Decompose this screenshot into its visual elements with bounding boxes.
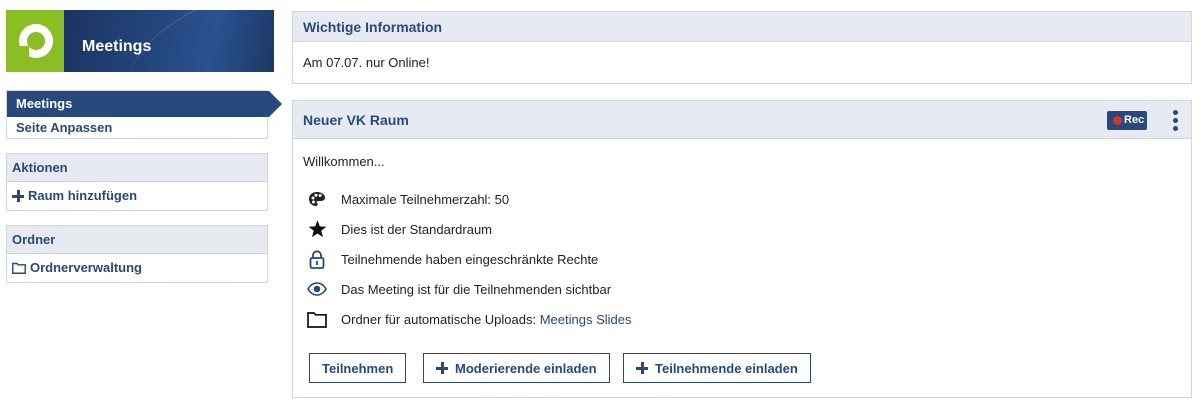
invite-moderators-label: Moderierende einladen <box>455 360 597 376</box>
rec-label: Rec <box>1124 114 1145 126</box>
feature-default-room: Dies ist der Standardraum <box>307 219 492 239</box>
actions-panel: Aktionen Raum hinzufügen <box>6 153 268 211</box>
folder-icon <box>307 309 327 329</box>
feature-text: Dies ist der Standardraum <box>341 221 493 237</box>
feature-text: Teilnehmende haben eingeschränkte Rechte <box>341 251 599 267</box>
feature-restricted-rights: Teilnehmende haben eingeschränkte Rechte <box>307 249 598 269</box>
info-box: Wichtige Information Am 07.07. nur Onlin… <box>292 11 1192 84</box>
logo-green-block <box>6 10 64 72</box>
feature-text: Das Meeting ist für die Teilnehmenden si… <box>341 281 612 297</box>
join-button-label: Teilnehmen <box>322 360 394 376</box>
record-dot-icon <box>1113 116 1122 125</box>
sidebar-item-meetings[interactable]: Meetings <box>7 91 282 117</box>
folder-icon <box>12 262 26 274</box>
room-card: Neuer VK Raum Rec Willkommen... Maximale… <box>292 100 1192 398</box>
info-box-text: Am 07.07. nur Online! <box>303 55 430 70</box>
rec-badge: Rec <box>1107 111 1147 130</box>
sidebar: Meetings Meetings Seite Anpassen Aktione… <box>6 10 282 283</box>
plus-icon <box>636 362 648 374</box>
info-box-title: Wichtige Information <box>293 12 1191 42</box>
folders-panel-title: Ordner <box>7 226 267 254</box>
upload-folder-link[interactable]: Meetings Slides <box>540 312 632 327</box>
join-button[interactable]: Teilnehmen <box>309 353 407 383</box>
room-card-header: Neuer VK Raum Rec <box>293 101 1191 139</box>
more-options-icon[interactable] <box>1173 110 1179 132</box>
logo-icon <box>19 24 53 60</box>
app-logo-banner: Meetings <box>6 10 274 72</box>
folder-management-link[interactable]: Ordnerverwaltung <box>7 254 267 282</box>
invite-moderators-button[interactable]: Moderierende einladen <box>423 353 610 383</box>
room-title: Neuer VK Raum <box>303 112 409 128</box>
star-icon <box>307 219 327 239</box>
feature-visible-meeting: Das Meeting ist für die Teilnehmenden si… <box>307 279 611 299</box>
sidebar-item-seite-anpassen[interactable]: Seite Anpassen <box>7 117 267 138</box>
feature-text: Ordner für automatische Uploads: Meeting… <box>341 312 632 327</box>
invite-participants-button[interactable]: Teilnehmende einladen <box>623 353 811 383</box>
actions-panel-title: Aktionen <box>7 154 267 182</box>
feature-text: Maximale Teilnehmerzahl: 50 <box>341 191 510 207</box>
plus-icon <box>12 190 24 202</box>
eye-icon <box>307 279 327 299</box>
folder-management-label: Ordnerverwaltung <box>30 260 142 275</box>
feature-max-participants: Maximale Teilnehmerzahl: 50 <box>307 189 509 209</box>
palette-icon <box>307 189 327 209</box>
sidebar-nav: Meetings Seite Anpassen <box>6 90 282 139</box>
add-room-link[interactable]: Raum hinzufügen <box>7 182 267 210</box>
plus-icon <box>436 362 448 374</box>
invite-participants-label: Teilnehmende einladen <box>655 360 798 376</box>
feature-text-prefix: Ordner für automatische Uploads: <box>341 311 540 327</box>
feature-upload-folder: Ordner für automatische Uploads: Meeting… <box>307 309 632 329</box>
lock-icon <box>307 249 327 269</box>
folders-panel: Ordner Ordnerverwaltung <box>6 225 268 283</box>
app-title: Meetings <box>82 38 152 55</box>
add-room-label: Raum hinzufügen <box>28 188 138 203</box>
room-welcome-text: Willkommen... <box>303 154 385 169</box>
